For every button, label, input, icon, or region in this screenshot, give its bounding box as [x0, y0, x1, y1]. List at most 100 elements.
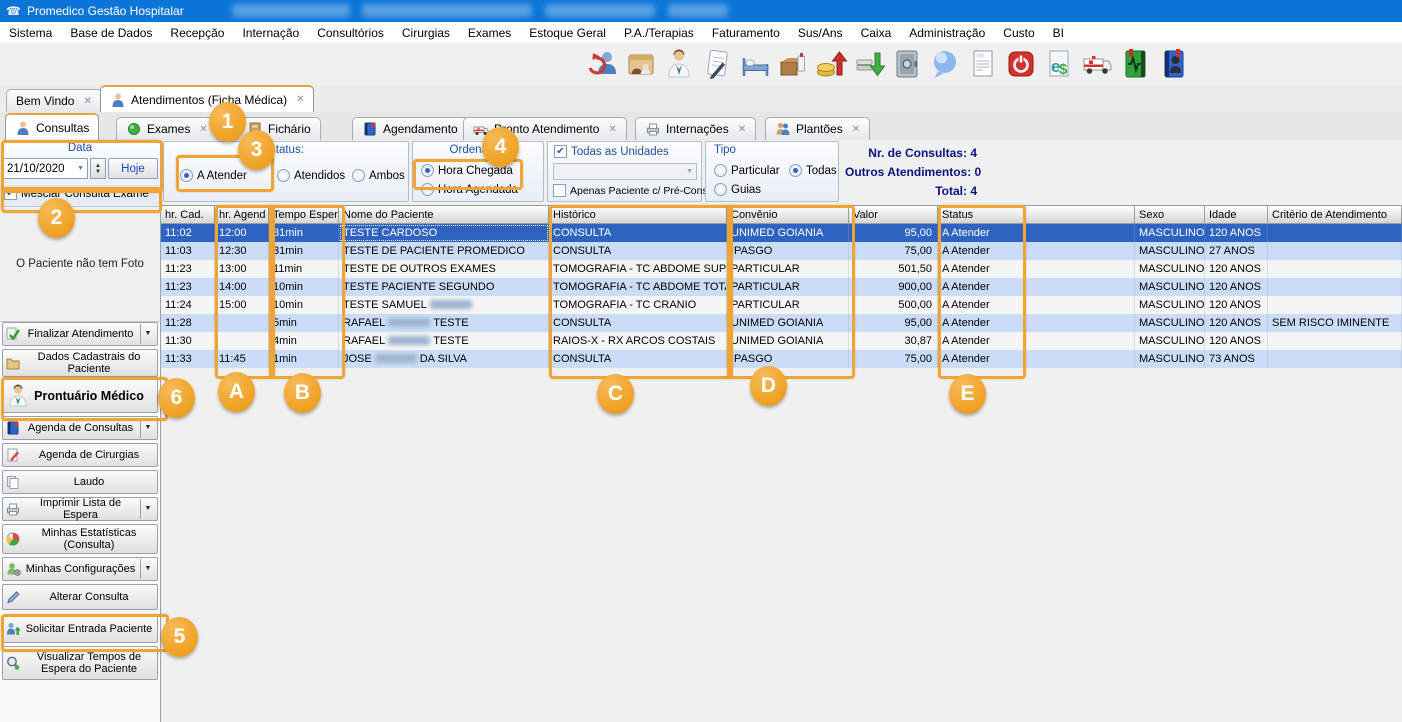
menu-item-p-a-terapias[interactable]: P.A./Terapias [615, 24, 703, 42]
alterar-consulta-button[interactable]: Alterar Consulta [2, 584, 158, 610]
minhas-estatisticas-consulta-button[interactable]: Minhas Estatísticas (Consulta) [2, 524, 158, 554]
column-header-tempo-espera[interactable]: Tempo Espera [269, 205, 339, 224]
menu-item-cirurgias[interactable]: Cirurgias [393, 24, 459, 42]
agenda-de-consultas-button[interactable]: Agenda de Consultas▼ [2, 416, 158, 440]
status-filter-panel: Status: A Atender Atendidos Ambos [163, 141, 409, 202]
toolbar-patients-archive-button[interactable] [622, 46, 660, 82]
column-header-hr-cad[interactable]: hr. Cad. [161, 205, 215, 224]
tipo-radio-todas[interactable]: Todas [789, 164, 837, 177]
imprimir-lista-de-espera-button[interactable]: Imprimir Lista de Espera▼ [2, 497, 158, 521]
tab-atendimentos-ficha-medica[interactable]: Atendimentos (Ficha Médica)✕ [100, 85, 314, 112]
status-panel-title: Status: [164, 142, 408, 156]
table-row[interactable]: 11:2415:0010minTESTE SAMUELTOMOGRAFIA - … [161, 296, 1402, 314]
table-row[interactable]: 11:2314:0010minTESTE PACIENTE SEGUNDOTOM… [161, 278, 1402, 296]
menu-item-sus-ans[interactable]: Sus/Ans [789, 24, 852, 42]
column-header-sexo[interactable]: Sexo [1135, 205, 1205, 224]
agenda-de-cirurgias-button[interactable]: Agenda de Cirurgias [2, 443, 158, 467]
menu-item-faturamento[interactable]: Faturamento [703, 24, 789, 42]
toolbar-ambulance-button[interactable] [1078, 46, 1116, 82]
folder-card-icon [5, 355, 21, 371]
menu-item-estoque-geral[interactable]: Estoque Geral [520, 24, 615, 42]
prontuario-medico-button[interactable]: Prontuário Médico [2, 379, 158, 413]
cell-hr_agend: 14:00 [215, 278, 269, 296]
table-row[interactable]: 11:3311:451minJOSEDA SILVACONSULTAIPASGO… [161, 350, 1402, 368]
column-header-criterio-de-atendimento[interactable]: Critério de Atendimento [1268, 205, 1402, 224]
toolbar-finance-up-button[interactable] [812, 46, 850, 82]
minhas-configuracoes-button[interactable]: Minhas Configurações▼ [2, 557, 158, 581]
split-dropdown-arrow[interactable]: ▼ [140, 499, 155, 519]
toolbar-contacts-book-button[interactable] [1154, 46, 1192, 82]
toolbar-user-sync-button[interactable] [584, 46, 622, 82]
subtab-exames[interactable]: Exames✕ [116, 117, 218, 140]
cell-hr_cad: 11:02 [161, 224, 215, 242]
laudo-button[interactable]: Laudo [2, 470, 158, 494]
column-header-convenio[interactable]: Convênio [727, 205, 849, 224]
close-icon[interactable]: ✕ [296, 94, 304, 105]
menu-item-base-de-dados[interactable]: Base de Dados [61, 24, 161, 42]
status-radio-a-atender[interactable]: A Atender [180, 169, 247, 182]
toolbar-hospital-bed-button[interactable] [736, 46, 774, 82]
toolbar-doctor-button[interactable] [660, 46, 698, 82]
toolbar-e-billing-button[interactable]: e$ [1040, 46, 1078, 82]
visualizar-tempos-de-espera-do-paciente-button[interactable]: Visualizar Tempos de Espera do Paciente [2, 646, 158, 680]
dados-cadastrais-do-paciente-button[interactable]: Dados Cadastrais do Paciente [2, 349, 158, 377]
tipo-radio-guias[interactable]: Guias [714, 183, 761, 196]
today-button[interactable]: Hoje [108, 158, 158, 179]
toolbar-finance-down-button[interactable] [850, 46, 888, 82]
menu-item-recepcao[interactable]: Recepção [161, 24, 233, 42]
menu-item-sistema[interactable]: Sistema [0, 24, 61, 42]
table-row[interactable]: 11:304minRAFAELTESTERAIOS-X - RX ARCOS C… [161, 332, 1402, 350]
cell-nome: RAFAELTESTE [339, 314, 549, 332]
status-radio-ambos[interactable]: Ambos [352, 169, 405, 182]
column-header-valor[interactable]: Valor [849, 205, 938, 224]
toolbar-health-book-button[interactable] [1116, 46, 1154, 82]
subtab-plantoes[interactable]: Plantões✕ [765, 117, 870, 140]
status-radio-atendidos[interactable]: Atendidos [277, 169, 345, 182]
column-header-status[interactable]: Status [938, 205, 1135, 224]
close-icon[interactable]: ✕ [852, 124, 860, 135]
unit-select[interactable]: ▼ [553, 163, 697, 180]
close-icon[interactable]: ✕ [83, 96, 91, 107]
close-icon[interactable]: ✕ [199, 124, 207, 135]
table-row[interactable]: 11:285minRAFAELTESTECONSULTAUNIMED GOIAN… [161, 314, 1402, 332]
table-row[interactable]: 11:2313:0011minTESTE DE OUTROS EXAMESTOM… [161, 260, 1402, 278]
redacted-name [388, 318, 430, 327]
column-header-nome-do-paciente[interactable]: Nome do Paciente [339, 205, 549, 224]
close-icon[interactable]: ✕ [608, 124, 616, 135]
toolbar-safe-vault-button[interactable] [888, 46, 926, 82]
split-dropdown-arrow[interactable]: ▼ [140, 418, 155, 438]
close-icon[interactable]: ✕ [738, 124, 746, 135]
tipo-radio-particular[interactable]: Particular [714, 164, 780, 177]
menu-item-exames[interactable]: Exames [459, 24, 520, 42]
table-row[interactable]: 11:0312:3031minTESTE DE PACIENTE PROMEDI… [161, 242, 1402, 260]
subtab-internacoes[interactable]: Internações✕ [635, 117, 756, 140]
date-spinner[interactable]: ▲▼ [90, 158, 106, 179]
column-header-historico[interactable]: Histórico [549, 205, 727, 224]
toolbar-medical-record-button[interactable] [698, 46, 736, 82]
toolbar-chat-bubble-button[interactable] [926, 46, 964, 82]
menu-item-custo[interactable]: Custo [994, 24, 1043, 42]
subtab-consultas[interactable]: Consultas [5, 113, 99, 140]
toolbar-power-button[interactable] [1002, 46, 1040, 82]
finalizar-atendimento-button[interactable]: Finalizar Atendimento▼ [2, 322, 158, 346]
toolbar-invoice-button[interactable] [964, 46, 1002, 82]
menu-item-consultorios[interactable]: Consultórios [308, 24, 393, 42]
cell-historico: CONSULTA [549, 242, 727, 260]
menu-item-caixa[interactable]: Caixa [852, 24, 901, 42]
split-dropdown-arrow[interactable]: ▼ [140, 324, 155, 344]
menu-item-bi[interactable]: BI [1044, 24, 1073, 42]
menu-item-internacao[interactable]: Internação [233, 24, 308, 42]
merge-consulta-exame-checkbox[interactable]: ✔ Mesclar Consulta Exame [4, 187, 149, 200]
menu-item-administracao[interactable]: Administração [900, 24, 994, 42]
date-input[interactable]: 21/10/2020 ▼ [3, 158, 88, 179]
all-units-checkbox[interactable]: ✔ Todas as Unidades [554, 145, 669, 158]
toolbar-stock-supplies-button[interactable] [774, 46, 812, 82]
column-header-hr-agend[interactable]: hr. Agend [215, 205, 269, 224]
pre-consulta-checkbox[interactable]: Apenas Paciente c/ Pré-Consulta [553, 184, 725, 197]
tab-bem-vindo[interactable]: Bem Vindo✕ [6, 89, 102, 112]
column-header-idade[interactable]: Idade [1205, 205, 1268, 224]
table-row[interactable]: 11:0212:0031minTESTE CARDOSOCONSULTAUNIM… [161, 224, 1402, 242]
ordenacao-radio-hora-agendada[interactable]: Hora Agendada [421, 183, 518, 196]
solicitar-entrada-paciente-button[interactable]: Solicitar Entrada Paciente [2, 615, 158, 643]
split-dropdown-arrow[interactable]: ▼ [140, 559, 155, 579]
